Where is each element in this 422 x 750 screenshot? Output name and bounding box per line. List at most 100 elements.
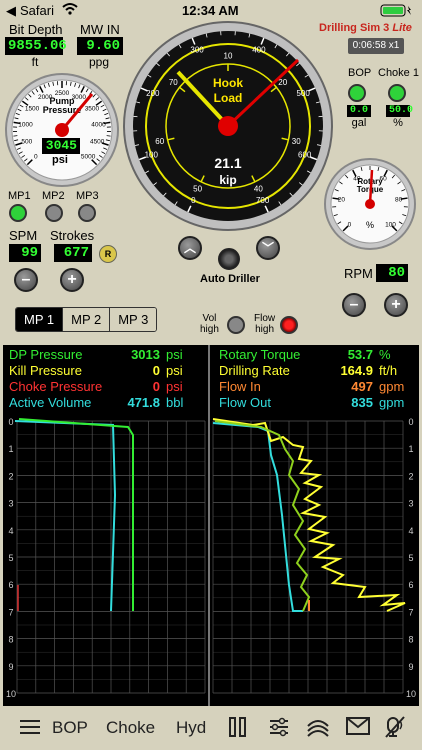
rpm-increase-button[interactable]: + <box>384 293 408 317</box>
carrier-label: Safari <box>20 3 54 18</box>
mw-in-value: 9.60 <box>77 37 123 55</box>
depth-tick-label-right: 0 <box>408 417 413 427</box>
right-readout-row: Flow Out 835 gpm <box>219 395 417 411</box>
gauge-tick-label: 20 <box>338 197 346 204</box>
hook-load-unit: kip <box>219 173 236 187</box>
sim-timer[interactable]: 0:06:58 x1 <box>348 38 404 54</box>
gauge-tick-label: 600 <box>298 151 312 160</box>
pump-tab-bar: MP 1 MP 2 MP 3 <box>15 307 158 332</box>
left-readout-value: 0 <box>152 363 160 378</box>
gauge-tick-label: 0 <box>34 153 38 160</box>
gauge-tick-label: 400 <box>252 46 266 55</box>
bop-unit: gal <box>351 117 367 129</box>
mp2-indicator[interactable] <box>45 204 63 222</box>
tab-mp3[interactable]: MP 3 <box>110 308 157 331</box>
gauge-tick-label: 40 <box>254 185 263 194</box>
hyd-tab-button[interactable]: Hyd <box>176 718 206 738</box>
right-readout-unit: gpm <box>379 379 405 394</box>
choke1-unit: % <box>393 117 403 129</box>
gauge-tick-label: 3500 <box>85 105 100 112</box>
hook-load-gauge: 0 100 200 300 400 500 600 700 10 20 30 40 50 60 70 Hoo… <box>122 20 334 232</box>
mp3-label: MP3 <box>76 190 99 202</box>
depth-tick-label-left: 4 <box>8 526 13 536</box>
rotary-torque-gauge: 020406080100 Rotary Torque % <box>324 158 416 250</box>
choke-tab-button[interactable]: Choke <box>106 718 155 738</box>
mp1-indicator[interactable] <box>9 204 27 222</box>
gauge-tick-label: 0 <box>191 196 196 205</box>
depth-tick-label-left: 10 <box>6 689 16 699</box>
pump-pressure-unit: psi <box>52 154 68 166</box>
left-readout-unit: psi <box>166 363 183 378</box>
right-readout-row: Rotary Torque 53.7% <box>219 347 417 363</box>
left-readout-label: Choke Pressure <box>9 379 103 394</box>
sliders-icon[interactable] <box>268 716 290 743</box>
gauge-tick-label: 60 <box>155 137 164 146</box>
depth-tick-label-left: 3 <box>8 499 13 509</box>
gauge-tick-label: 80 <box>395 197 403 204</box>
pause-icon[interactable] <box>228 716 248 743</box>
rpm-decrease-button[interactable]: – <box>342 293 366 317</box>
mail-icon[interactable] <box>346 717 370 740</box>
depth-tick-label-right: 1 <box>408 444 413 454</box>
depth-tick-label-right: 2 <box>408 471 413 481</box>
right-readout-label: Drilling Rate <box>219 363 290 378</box>
wifi-icon <box>62 2 78 19</box>
depth-tick-label-left: 0 <box>8 417 13 427</box>
menu-icon[interactable] <box>20 718 40 741</box>
tab-mp2[interactable]: MP 2 <box>63 308 111 331</box>
depth-tick-label-left: 2 <box>8 471 13 481</box>
gauge-tick-label: 50 <box>193 185 202 194</box>
choke1-label: Choke 1 <box>378 67 419 79</box>
right-readout-label: Flow In <box>219 379 261 394</box>
hoist-down-button[interactable]: ﹀ <box>256 236 280 260</box>
left-readout-label: DP Pressure <box>9 347 83 362</box>
right-readout-unit: % <box>379 347 391 362</box>
auto-driller-button[interactable] <box>218 248 240 270</box>
rpm-label: RPM <box>344 266 373 281</box>
gauge-tick-label: 4500 <box>90 139 105 146</box>
mp1-label: MP1 <box>8 190 31 202</box>
bit-depth-unit: ft <box>31 55 39 69</box>
sound-off-icon[interactable] <box>384 715 406 744</box>
depth-tick-label-right: 9 <box>408 662 413 672</box>
spm-increase-button[interactable]: + <box>60 268 84 292</box>
depth-tick-label-right: 3 <box>408 499 413 509</box>
status-bar: ◀ Safari 12:34 AM <box>0 0 422 22</box>
left-readout-row: Choke Pressure 0 psi <box>9 379 204 395</box>
bit-depth-label: Bit Depth <box>9 22 63 37</box>
depth-tick-label-right: 5 <box>408 553 413 563</box>
strip-chart-panel: DP Pressure 3013 psi Kill Pressure 0 psi Choke… <box>3 345 419 706</box>
battery-icon <box>380 4 414 21</box>
wave-icon[interactable] <box>306 716 330 743</box>
gauge-tick-label: 500 <box>21 139 32 146</box>
hook-gauge-hub <box>218 116 238 136</box>
bop-tab-button[interactable]: BOP <box>52 718 88 738</box>
bop-indicator[interactable] <box>348 84 366 102</box>
right-readout-value: 497 <box>351 379 373 394</box>
mw-in-label: MW IN <box>80 22 120 37</box>
svg-text:Load: Load <box>214 91 243 105</box>
strokes-reset-button[interactable]: R <box>99 245 117 263</box>
choke1-indicator[interactable] <box>388 84 406 102</box>
right-readout-label: Rotary Torque <box>219 347 301 362</box>
right-readout-value: 835 <box>351 395 373 410</box>
mw-in-unit: ppg <box>88 55 110 69</box>
left-readouts: DP Pressure 3013 psi Kill Pressure 0 psi Choke… <box>9 347 204 411</box>
gauge-tick-label: 30 <box>292 137 301 146</box>
back-to-app-icon[interactable]: ◀ <box>6 3 16 19</box>
depth-tick-label-left: 7 <box>8 607 13 617</box>
hoist-up-button[interactable]: ︿ <box>178 236 202 260</box>
depth-tick-label-right: 6 <box>408 580 413 590</box>
spm-decrease-button[interactable]: – <box>14 268 38 292</box>
bottom-toolbar: BOP Choke Hyd <box>0 706 422 750</box>
depth-tick-label-left: 6 <box>8 580 13 590</box>
mp3-indicator[interactable] <box>78 204 96 222</box>
depth-tick-label-left: 9 <box>8 662 13 672</box>
right-readout-value: 164.9 <box>340 363 373 378</box>
depth-tick-label-right: 7 <box>408 607 413 617</box>
depth-tick-label-left: 1 <box>8 444 13 454</box>
gauge-tick-label: 0 <box>348 222 352 229</box>
strokes-value: 677 <box>54 244 92 262</box>
left-readout-unit: psi <box>166 379 183 394</box>
tab-mp1[interactable]: MP 1 <box>16 308 64 331</box>
